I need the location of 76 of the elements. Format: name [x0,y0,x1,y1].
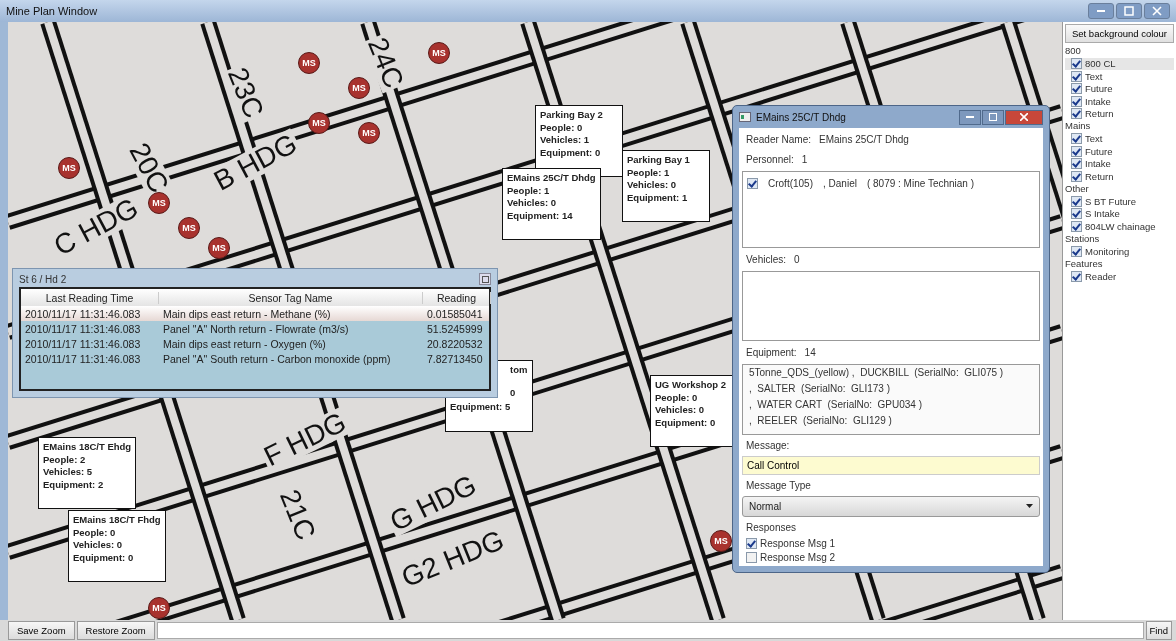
table-cell-text: 20.8220532 [426,337,484,350]
response-label: Response Msg 2 [760,552,836,563]
callout-title: UG Workshop 2 [655,379,727,392]
table-cell-text: 2010/11/17 11:31:46.083 [24,337,142,350]
callout-line: Vehicles: 0 [507,197,557,210]
layer-label: Reader [1085,270,1117,282]
layer-label: 800 CL [1085,58,1116,70]
field-label: Message Type [745,478,812,493]
vehicles-count: 0 [794,253,800,265]
dialog-title: EMains 25C/T Dhdg [756,111,847,123]
callout-line: People: 2 [43,453,86,466]
field-label: Message: [745,438,791,453]
layer-label: Future [1085,145,1113,157]
layer-label: S BT Future [1085,195,1137,207]
field-label: Vehicles: [746,253,787,265]
group-header: Mains [1065,120,1092,133]
callout-title: EMains 18C/T Ehdg [43,441,132,454]
callout-line: Equipment: 0 [540,146,601,159]
callout-title: tom [509,364,528,377]
person-name: Croft(105) [768,178,813,189]
layer-label: Return [1085,108,1114,120]
layer-label: Monitoring [1085,245,1130,257]
group-header: Features [1065,257,1104,270]
layer-label: Text [1085,133,1103,145]
layer-label: 804LW chainage [1085,220,1156,232]
callout-title: EMains 18C/T Fhdg [73,514,161,527]
response-label: Response Msg 1 [760,538,836,549]
callout-title: Parking Bay 1 [627,154,690,167]
table-cell-text: Main dips east return - Methane (%) [162,307,332,320]
window-title: Mine Plan Window [6,5,99,17]
layer-label: S Intake [1085,208,1120,220]
table-cell-text: 7.82713450 [426,352,484,365]
callout-line: People: 0 [73,526,116,539]
layer-label: Return [1085,170,1114,182]
callout-line: 0 [509,386,516,399]
layer-label: Text [1085,70,1103,82]
table-cell-text: 2010/11/17 11:31:46.083 [24,307,142,320]
callout-line: Vehicles: 5 [43,466,93,479]
callout-line: Equipment: 0 [655,416,716,429]
sensor-window-title: St 6 / Hd 2 [19,273,67,285]
table-cell-text: Main dips east return - Oxygen (%) [162,337,327,350]
field-label: Personnel: [746,154,794,165]
group-header: Stations [1065,232,1101,245]
layer-label: Intake [1085,158,1111,170]
callout-line: Vehicles: 0 [627,179,677,192]
field-label: Equipment: [746,347,797,359]
person-first-name: , Daniel [823,178,857,189]
layer-label: Future [1085,83,1113,95]
table-cell-text: 0.01585041 [426,307,484,320]
callout-line: People: 1 [627,166,670,179]
table-cell-text: 51.5245999 [426,322,484,335]
group-header: 800 [1065,45,1082,58]
layer-label: Intake [1085,95,1111,107]
table-cell-text: 2010/11/17 11:31:46.083 [24,322,142,335]
group-header: Other [1065,182,1090,195]
field-label: Responses [745,521,798,535]
callout-title: Parking Bay 2 [540,109,603,122]
callout-line: Vehicles: 0 [655,404,705,417]
person-role: ( 8079 : Mine Technian ) [866,178,975,189]
callout-line: Equipment: 2 [43,478,104,491]
callout-line: People: 0 [655,391,698,404]
equipment-count: 14 [804,347,816,359]
personnel-count: 1 [801,154,808,165]
callout-line: Equipment: 14 [507,209,573,222]
field-label: Reader Name: [746,134,812,145]
callout-line: Vehicles: 0 [73,539,123,552]
table-cell-text: 2010/11/17 11:31:46.083 [24,352,142,365]
callout-line: Equipment: 5 [450,401,511,414]
callout-line: Equipment: 1 [627,191,688,204]
callout-line: Equipment: 0 [73,551,134,564]
table-cell-text: Panel "A" North return - Flowrate (m3/s) [162,322,350,335]
table-cell-text: Panel "A" South return - Carbon monoxide (ppm) [162,352,392,365]
callout-line: Vehicles: 1 [540,134,590,147]
callout-line: People: 0 [540,121,583,134]
callout-line: People: 1 [507,184,550,197]
reader-name: EMains 25C/T Dhdg [819,134,909,145]
